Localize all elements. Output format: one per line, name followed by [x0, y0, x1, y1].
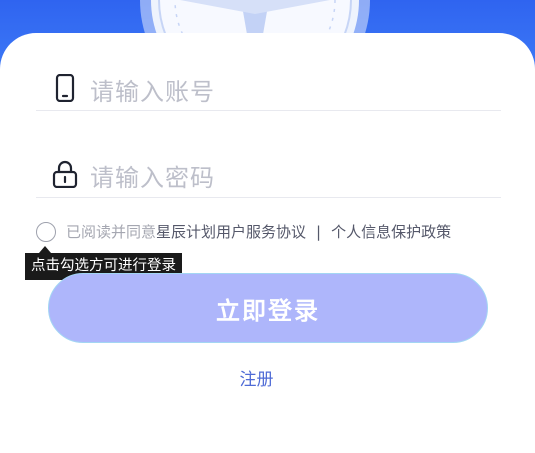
- agreement-separator: |: [316, 223, 322, 241]
- login-button[interactable]: 立即登录: [48, 273, 488, 343]
- password-placeholder: 请输入密码: [90, 164, 215, 192]
- password-field[interactable]: 请输入密码: [36, 146, 501, 198]
- lock-icon: [52, 160, 78, 189]
- privacy-link[interactable]: 个人信息保护政策: [331, 223, 451, 241]
- account-placeholder: 请输入账号: [90, 78, 215, 106]
- agreement-prefix: 已阅读并同意: [66, 223, 157, 241]
- account-field[interactable]: 请输入账号: [36, 60, 501, 111]
- tooltip-arrow: [39, 246, 51, 253]
- agreement-checkbox[interactable]: [36, 222, 56, 242]
- register-link[interactable]: 注册: [0, 365, 513, 390]
- phone-icon: [52, 73, 78, 103]
- agreement-text: 已阅读并同意星辰计划用户服务协议 | 个人信息保护政策: [66, 221, 451, 242]
- terms-link[interactable]: 星辰计划用户服务协议: [156, 223, 306, 241]
